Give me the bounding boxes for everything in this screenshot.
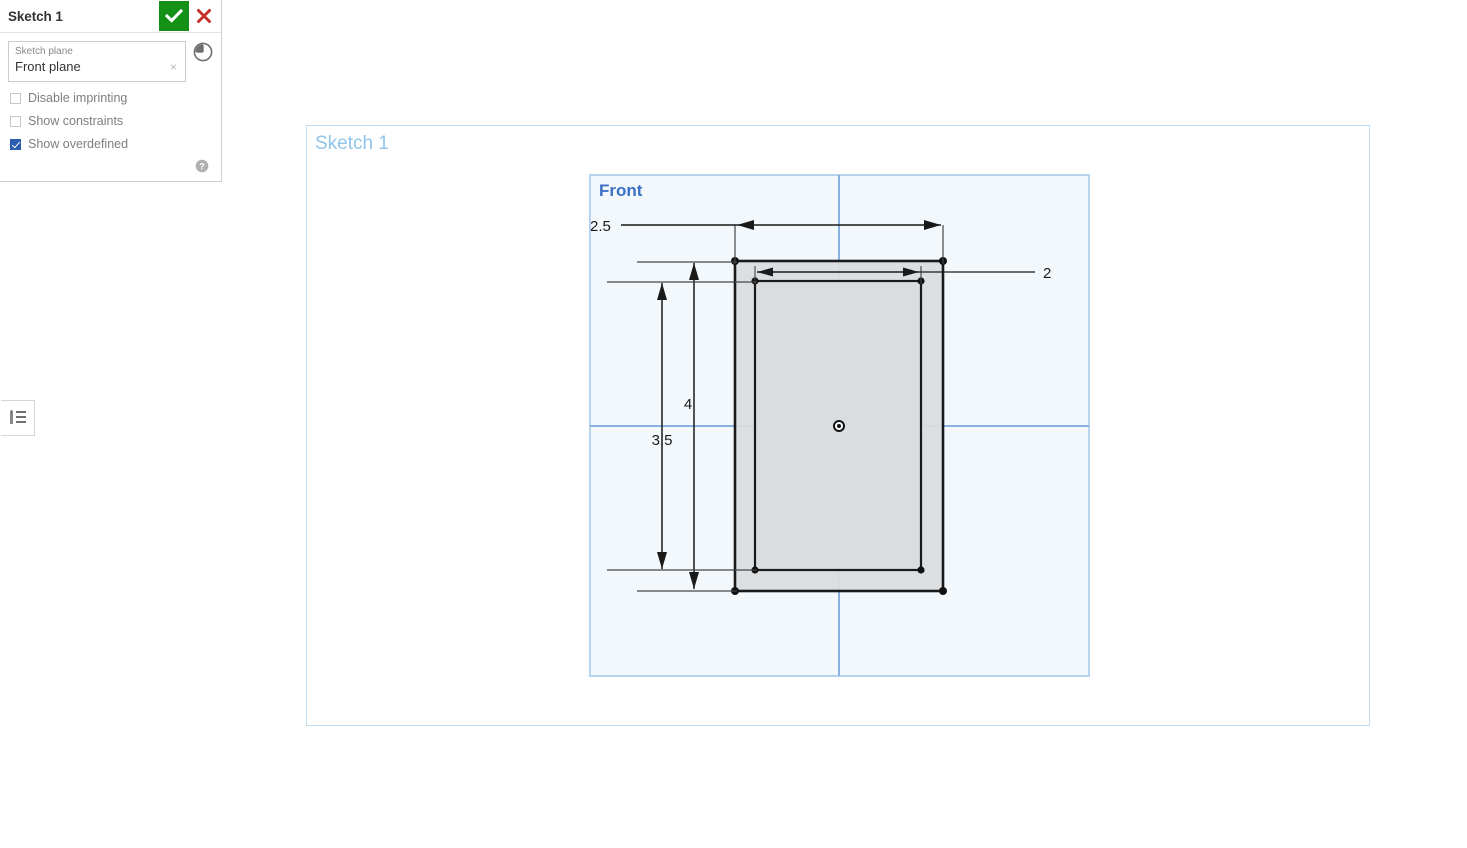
checkbox-show-constraints-box[interactable]: [10, 115, 21, 127]
sketch-plane-field-value: Front plane: [15, 59, 81, 74]
origin-point[interactable]: [833, 420, 845, 432]
checkbox-disable-imprinting-label: Disable imprinting: [28, 91, 128, 105]
accept-button[interactable]: [159, 1, 189, 31]
dimension-value-3-5: 3.5: [652, 432, 673, 449]
sketch-canvas[interactable]: Front 2.5 2 4 3.5: [307, 126, 1369, 725]
checkbox-show-overdefined-label: Show overdefined: [28, 137, 129, 151]
cancel-button[interactable]: [191, 1, 217, 31]
checkbox-show-constraints[interactable]: Show constraints: [8, 114, 213, 128]
vertex-inner-br: [917, 566, 925, 574]
svg-text:?: ?: [199, 162, 205, 172]
dialog-titlebar: Sketch 1: [0, 0, 221, 33]
clock-icon[interactable]: [192, 41, 214, 63]
dialog-title: Sketch 1: [8, 8, 63, 24]
checkbox-disable-imprinting[interactable]: Disable imprinting: [8, 91, 213, 105]
feature-list-button[interactable]: [1, 400, 35, 436]
checkmark-icon: [165, 8, 183, 23]
help-icon[interactable]: ?: [195, 159, 209, 173]
dimension-value-2: 2: [1043, 265, 1051, 282]
sketch-dialog: Sketch 1 Sketch plane Front plane × Disa…: [0, 0, 222, 182]
dimension-value-2-5: 2.5: [590, 218, 611, 235]
feature-list-icon: [9, 410, 26, 424]
dimension-value-4: 4: [684, 396, 692, 413]
dialog-body: Sketch plane Front plane × Disable impri…: [0, 33, 221, 181]
checkbox-disable-imprinting-box[interactable]: [10, 92, 21, 104]
checkbox-show-constraints-label: Show constraints: [28, 114, 124, 128]
sketch-plane-field[interactable]: Sketch plane Front plane ×: [8, 41, 186, 82]
help-row: ?: [8, 151, 213, 177]
clear-plane-icon[interactable]: ×: [168, 60, 179, 74]
app-root: Sketch 1 Front 2.5 2 4 3.5 Sketch 1 Sket…: [0, 0, 1467, 848]
checkbox-show-overdefined-box[interactable]: [10, 138, 21, 150]
close-icon: [197, 9, 211, 23]
sketch-plane-field-label: Sketch plane: [15, 46, 73, 57]
checkbox-show-overdefined[interactable]: Show overdefined: [8, 137, 213, 151]
sketch-viewport[interactable]: Sketch 1 Front 2.5 2 4 3.5: [306, 125, 1370, 726]
vertex-outer-br: [939, 587, 947, 595]
plane-name-label: Front: [599, 181, 643, 200]
